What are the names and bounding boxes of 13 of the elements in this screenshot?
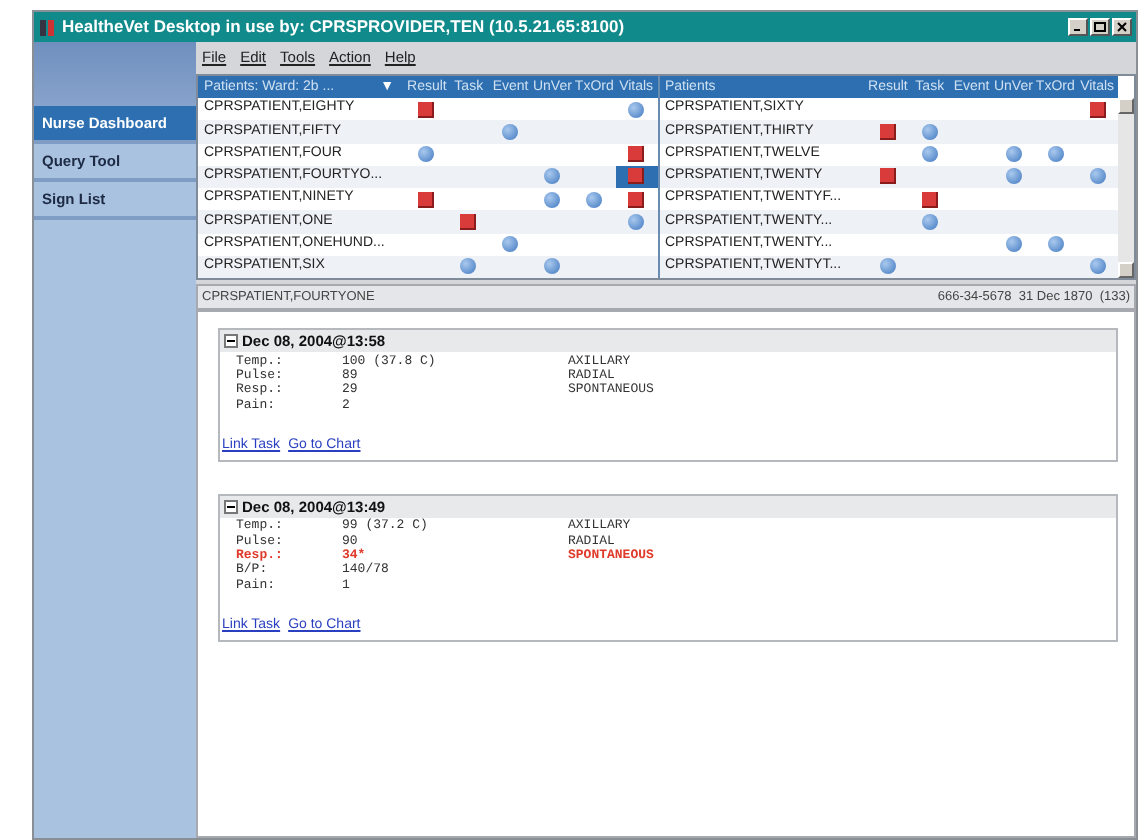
close-icon	[1116, 22, 1128, 32]
maximize-icon	[1094, 22, 1106, 32]
window-title: HealtheVet Desktop in use by: CPRSPROVIDER,TEN (10.5.21.65:8100)	[62, 14, 625, 40]
selected-cell[interactable]	[615, 165, 658, 188]
minimize-button[interactable]	[1068, 18, 1088, 36]
app-logo-icon	[38, 17, 58, 37]
close-button[interactable]	[1112, 18, 1132, 36]
scrollbar[interactable]	[1118, 98, 1134, 278]
minus-icon	[226, 336, 236, 346]
collapse-icon[interactable]	[224, 334, 238, 348]
minus-icon	[226, 501, 236, 512]
collapse-icon[interactable]	[224, 499, 238, 514]
maximize-button[interactable]	[1090, 18, 1110, 36]
